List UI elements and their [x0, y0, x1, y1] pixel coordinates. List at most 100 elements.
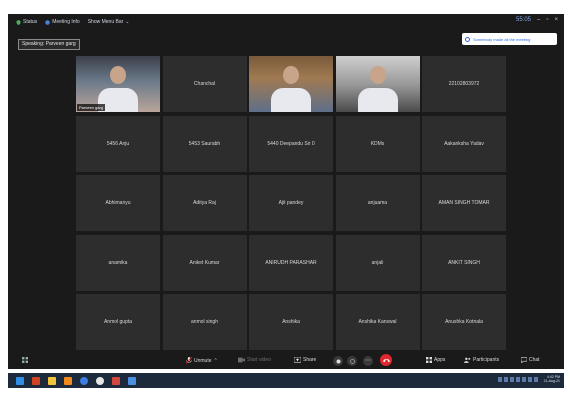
participant-tile[interactable]: Aditya Raj	[162, 175, 247, 231]
reactions-button[interactable]	[22, 357, 28, 363]
participants-button[interactable]: Participants	[464, 357, 499, 363]
participant-name: Aakanksha Yadav	[444, 140, 484, 147]
participant-tile[interactable]: Anshika Kanswal	[335, 294, 420, 350]
participant-name: AMAN SINGH TOMAR	[438, 200, 490, 206]
browser-icon[interactable]	[80, 376, 88, 385]
participant-tile[interactable]: Chanchal	[162, 56, 247, 112]
apps-icon	[426, 357, 432, 363]
chrome-icon[interactable]	[96, 376, 104, 385]
share-screen-icon	[294, 357, 301, 363]
notification-text: Somebody made all the meeting	[473, 36, 531, 42]
participant-tile[interactable]: Anshika	[249, 294, 333, 350]
apps-button[interactable]: Apps	[426, 357, 445, 363]
record-button[interactable]	[333, 356, 343, 366]
apps-label: Apps	[434, 357, 446, 363]
person-silhouette	[369, 66, 386, 85]
start-video-button[interactable]: Start video	[238, 357, 271, 363]
info-icon	[465, 36, 470, 42]
view-menu-button[interactable]: Show Menu Bar ⌄	[88, 19, 130, 25]
participant-name: Abhimanyu	[105, 200, 131, 206]
participant-name: 5453 Saurabh	[188, 140, 221, 147]
tray-icon[interactable]	[497, 376, 502, 382]
file-explorer-icon[interactable]	[48, 376, 56, 385]
participant-tile[interactable]: anamika	[76, 234, 160, 291]
meeting-toolbar: Unmute ⌃ Start video Share ⋯ Apps Partic…	[8, 353, 564, 369]
participant-tile[interactable]: Abhimanyu	[76, 175, 160, 231]
participants-label: Participants	[473, 357, 500, 363]
participant-tile[interactable]: Ajit pandey	[249, 175, 333, 231]
participant-name: ANIRUDH PARASHAR	[265, 259, 317, 266]
participant-tile[interactable]: KDMs	[335, 115, 420, 172]
participant-name: 5456 Anju	[106, 140, 130, 147]
participant-tile[interactable]: Aakanksha Yadav	[422, 115, 506, 172]
participant-name: Ajit pandey	[278, 200, 304, 206]
participant-name: Anshika Kanswal	[358, 319, 397, 325]
participant-name: Aditya Raj	[193, 200, 216, 206]
participant-tile[interactable]: Anmol gupta	[76, 294, 160, 350]
camera-off-icon	[238, 357, 245, 363]
start-video-label: Start video	[247, 357, 271, 363]
participant-tile[interactable]	[335, 56, 420, 112]
participants-icon	[464, 357, 471, 363]
participant-tile[interactable]: ANIRUDH PARASHAR	[249, 234, 333, 291]
participant-tile[interactable]: anjuama	[335, 175, 420, 231]
participant-tile[interactable]: ANKIT SINGH	[422, 234, 506, 291]
participant-tile[interactable]: 22102803972	[422, 56, 506, 112]
participant-tile[interactable]: anmol singh	[162, 294, 247, 350]
chat-button[interactable]: Chat	[521, 357, 540, 363]
close-button[interactable]: ×	[554, 17, 558, 23]
meeting-info-button[interactable]: Meeting Info	[45, 19, 80, 25]
participant-name: anjali	[371, 259, 384, 266]
zoom-icon[interactable]	[128, 376, 136, 385]
participant-tile[interactable]: 5453 Saurabh	[162, 115, 247, 172]
participant-name: Anushka Kotnala	[445, 319, 483, 325]
reaction-icon	[349, 358, 355, 364]
participant-name: anamika	[108, 259, 128, 266]
participant-tile[interactable]: Aniket Kumar	[162, 234, 247, 291]
tray-icon[interactable]	[515, 376, 520, 382]
status-label: Status	[23, 19, 38, 25]
app-icon[interactable]	[112, 376, 120, 385]
shield-icon	[16, 19, 21, 25]
reactions-toggle-button[interactable]	[347, 356, 357, 366]
unmute-button[interactable]: Unmute ⌃	[186, 357, 218, 364]
restore-button[interactable]: ▫	[546, 17, 548, 23]
participant-name: 22102803972	[448, 81, 480, 87]
participant-name: KDMs	[370, 140, 385, 147]
participant-tile[interactable]: 5440 Deepandu Sir 0	[249, 115, 333, 172]
tray-icon[interactable]	[503, 376, 508, 382]
vlc-icon[interactable]	[64, 376, 72, 385]
leave-button[interactable]	[380, 354, 392, 366]
windows-start-icon[interactable]	[16, 376, 24, 385]
gallery-grid: Parveen garg Chanchal 22102803972 5456 Anju…	[76, 56, 506, 350]
volume-icon[interactable]	[533, 376, 538, 382]
participant-tile[interactable]: 5456 Anju	[76, 115, 160, 172]
participant-name-tag: Parveen garg	[77, 104, 106, 111]
share-label: Share	[303, 357, 317, 363]
participant-name: Anmol gupta	[103, 319, 133, 325]
taskbar-clock[interactable]: 4:42 PM 21-Aug-21	[544, 375, 560, 383]
person-silhouette	[110, 66, 126, 85]
unmute-label: Unmute	[194, 357, 212, 364]
share-button[interactable]: Share	[294, 357, 316, 363]
powerpoint-icon[interactable]	[32, 376, 40, 385]
participant-tile[interactable]: Parveen garg	[76, 56, 160, 112]
zoom-window: Status Meeting Info Show Menu Bar ⌄ 55:0…	[8, 14, 564, 369]
participant-tile[interactable]: anjali	[335, 234, 420, 291]
minimize-button[interactable]: –	[537, 17, 540, 23]
wifi-icon[interactable]	[527, 376, 532, 382]
participant-tile[interactable]: AMAN SINGH TOMAR	[422, 175, 506, 231]
more-options-button[interactable]: ⋯	[363, 356, 373, 366]
window-controls: 55:05 – ▫ ×	[516, 17, 558, 23]
more-icon: ⋯	[365, 358, 371, 364]
person-body	[271, 88, 311, 112]
participant-tile[interactable]: Anushka Kotnala	[422, 294, 506, 350]
person-silhouette	[283, 66, 299, 85]
participant-video	[249, 56, 333, 112]
status-button[interactable]: Status	[16, 19, 37, 25]
chevron-up-icon: ⌃	[213, 357, 218, 364]
tray-icon[interactable]	[521, 376, 526, 382]
participant-tile[interactable]	[249, 56, 333, 112]
tray-icon[interactable]	[509, 376, 514, 382]
notification-banner[interactable]: Somebody made all the meeting	[462, 33, 557, 45]
